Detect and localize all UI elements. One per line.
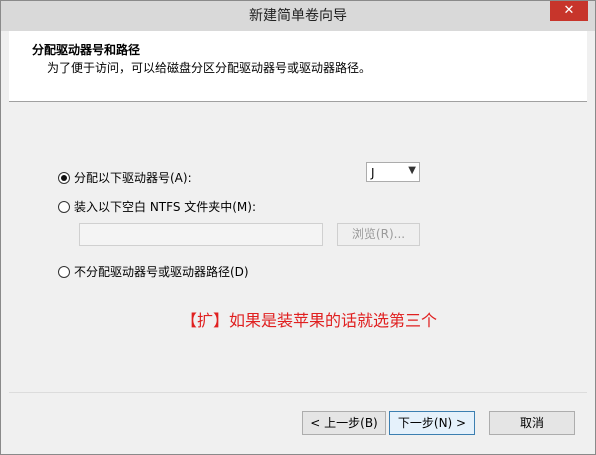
no-assign-option[interactable]: 不分配驱动器号或驱动器路径(D) xyxy=(58,263,249,280)
cancel-button[interactable]: 取消 xyxy=(489,411,575,435)
drive-letter-select[interactable]: J ▼ xyxy=(366,162,420,182)
mount-folder-radio[interactable] xyxy=(58,200,70,213)
assign-letter-option[interactable]: 分配以下驱动器号(A): xyxy=(58,169,192,186)
title-bar[interactable]: 新建简单卷向导 ✕ xyxy=(1,1,595,31)
page-subtitle: 为了便于访问，可以给磁盘分区分配驱动器号或驱动器路径。 xyxy=(47,61,372,75)
mount-folder-label: 装入以下空白 NTFS 文件夹中(M): xyxy=(74,200,257,214)
close-button[interactable]: ✕ xyxy=(550,1,588,21)
header-divider xyxy=(9,101,587,102)
assign-letter-radio[interactable] xyxy=(58,171,70,184)
browse-button[interactable]: 浏览(R)... xyxy=(337,223,420,246)
drive-letter-value: J xyxy=(371,166,375,180)
wizard-window: 新建简单卷向导 ✕ 分配驱动器号和路径 为了便于访问，可以给磁盘分区分配驱动器号… xyxy=(0,0,596,455)
no-assign-radio[interactable] xyxy=(58,265,70,278)
mount-folder-option[interactable]: 装入以下空白 NTFS 文件夹中(M): xyxy=(58,198,256,215)
mount-path-input[interactable] xyxy=(79,223,323,246)
assign-letter-label: 分配以下驱动器号(A): xyxy=(74,171,192,185)
chevron-down-icon: ▼ xyxy=(408,165,416,176)
close-icon: ✕ xyxy=(563,3,575,18)
window-title: 新建简单卷向导 xyxy=(249,8,347,24)
back-button[interactable]: < 上一步(B) xyxy=(302,411,386,435)
wizard-header: 分配驱动器号和路径 为了便于访问，可以给磁盘分区分配驱动器号或驱动器路径。 xyxy=(9,31,587,101)
page-title: 分配驱动器号和路径 xyxy=(32,43,141,57)
annotation-text: 【扩】如果是装苹果的话就选第三个 xyxy=(181,311,438,330)
no-assign-label: 不分配驱动器号或驱动器路径(D) xyxy=(74,265,249,279)
footer-divider xyxy=(9,392,587,393)
next-button[interactable]: 下一步(N) > xyxy=(389,411,475,435)
